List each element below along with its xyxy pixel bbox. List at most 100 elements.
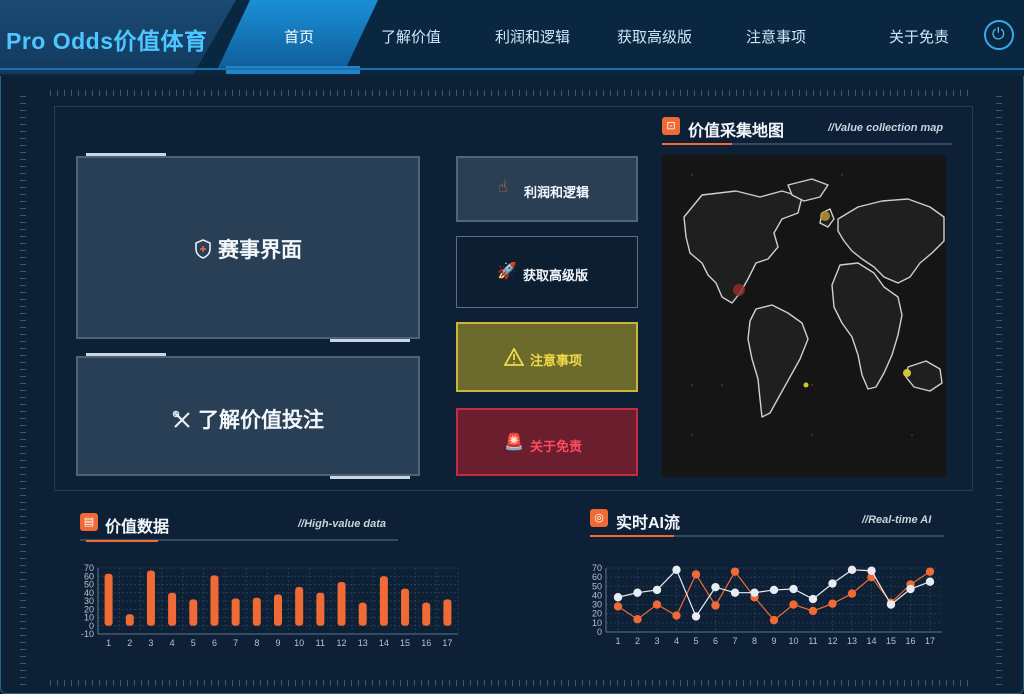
bar xyxy=(379,576,388,626)
value-bar-chart: -100102030405060701 2 3 4 5 6 7 8 9 10 11 12 13 14 15 1… xyxy=(81,563,459,648)
bar-x-tick: 13 xyxy=(358,638,368,648)
line-x-tick: 9 xyxy=(771,636,776,646)
line-point xyxy=(633,588,642,597)
map-marker[interactable] xyxy=(733,284,745,296)
line-y-tick: 40 xyxy=(592,590,602,600)
line-point xyxy=(730,567,740,576)
bar-x-tick: 4 xyxy=(170,638,175,648)
line-point xyxy=(672,565,681,575)
bar xyxy=(316,592,325,626)
match-panel-label: 赛事界面 xyxy=(78,234,418,264)
bar xyxy=(210,575,219,626)
rocket-icon: 🚀 xyxy=(497,263,517,280)
nav-notes[interactable]: 注意事项 xyxy=(746,26,806,47)
line-point xyxy=(847,565,857,575)
bar-x-tick: 1 xyxy=(106,638,111,648)
world-map-graphic xyxy=(683,174,945,436)
app-title: Pro Odds价值体育 xyxy=(6,28,208,54)
notes-label: 注意事项 xyxy=(530,353,583,368)
map-marker[interactable] xyxy=(903,369,911,377)
line-point xyxy=(672,611,681,620)
bar xyxy=(146,570,155,626)
value-data-icon: ▤ xyxy=(80,513,98,531)
line-x-tick: 6 xyxy=(713,636,718,646)
line-point xyxy=(808,606,818,616)
line-y-tick: 30 xyxy=(592,600,602,610)
line-point xyxy=(886,600,896,609)
line-y-tick: 70 xyxy=(592,563,602,573)
bottom-ruler xyxy=(50,680,972,686)
line-point xyxy=(828,579,837,588)
line-point xyxy=(847,589,857,598)
learn-panel-label: 了解价值投注 xyxy=(78,404,418,434)
header-divider xyxy=(0,68,1024,70)
match-panel[interactable]: 赛事界面 xyxy=(76,153,420,342)
nav-home[interactable]: 首页 xyxy=(284,26,314,47)
value-data-divider-accent xyxy=(86,540,158,542)
line-point xyxy=(730,588,740,597)
bar xyxy=(401,588,410,626)
line-point xyxy=(828,599,837,608)
line-point xyxy=(750,588,759,597)
bar xyxy=(295,586,304,626)
bar xyxy=(189,599,198,626)
top-navbar: Pro Odds价值体育 首页 了解价值 利润和逻辑 获取高级版 注意事项 关于… xyxy=(0,0,1024,76)
line-x-tick: 8 xyxy=(752,636,757,646)
bar-x-tick: 8 xyxy=(254,638,259,648)
disclaimer-button[interactable]: 🚨 关于免责 xyxy=(456,408,638,476)
nav-profit-logic[interactable]: 利润和逻辑 xyxy=(495,26,570,47)
line-point xyxy=(769,615,779,625)
premium-label: 获取高级版 xyxy=(523,268,589,283)
alarm-icon: 🚨 xyxy=(504,434,524,451)
line-y-tick: 60 xyxy=(592,572,602,582)
line-point xyxy=(711,601,720,610)
left-ruler xyxy=(20,96,26,686)
warning-icon xyxy=(504,348,524,366)
bar xyxy=(274,594,282,626)
ai-flow-subtitle: //Real-time AI xyxy=(862,514,932,526)
map-subtitle: //Value collection map xyxy=(828,122,944,134)
line-point xyxy=(652,585,662,595)
map-marker[interactable] xyxy=(803,382,809,388)
bar xyxy=(252,597,261,626)
world-map[interactable] xyxy=(662,155,946,477)
map-marker[interactable] xyxy=(820,211,830,221)
line-x-tick: 17 xyxy=(925,636,935,646)
nav-disclaimer[interactable]: 关于免责 xyxy=(889,26,949,47)
bar-x-tick: 15 xyxy=(400,638,410,648)
line-y-tick: 10 xyxy=(592,618,602,628)
line-point xyxy=(769,585,779,595)
bar-x-tick: 5 xyxy=(191,638,196,648)
line-point xyxy=(925,577,935,586)
bar-x-tick: 14 xyxy=(379,638,389,648)
line-x-tick: 4 xyxy=(674,636,679,646)
line-point xyxy=(789,584,798,594)
power-button[interactable]: ⏻ xyxy=(984,20,1014,50)
value-data-subtitle: //High-value data xyxy=(298,518,387,530)
bar-x-tick: 10 xyxy=(294,638,304,648)
line-y-tick: 0 xyxy=(597,627,602,637)
value-data-title: 价值数据 xyxy=(105,519,170,536)
notes-button[interactable]: 注意事项 xyxy=(456,322,638,392)
line-x-tick: 3 xyxy=(654,636,659,646)
match-panel-text: 赛事界面 xyxy=(218,239,302,262)
line-point xyxy=(652,600,662,609)
premium-button[interactable]: 🚀 获取高级版 xyxy=(456,236,638,308)
nav-premium[interactable]: 获取高级版 xyxy=(617,26,692,47)
bar xyxy=(125,614,134,626)
line-point xyxy=(613,602,623,611)
line-x-tick: 5 xyxy=(693,636,698,646)
panel-cap xyxy=(330,339,410,342)
line-x-tick: 12 xyxy=(827,636,837,646)
line-x-tick: 7 xyxy=(732,636,737,646)
nav-learn-value[interactable]: 了解价值 xyxy=(381,26,441,47)
bar-x-tick: 16 xyxy=(421,638,431,648)
bar xyxy=(168,592,177,626)
learn-panel[interactable]: 了解价值投注 xyxy=(76,353,420,479)
bar-x-tick: 7 xyxy=(233,638,238,648)
line-point xyxy=(691,612,701,621)
line-point xyxy=(711,583,720,592)
bar-x-tick: 6 xyxy=(212,638,217,648)
profit-logic-button[interactable]: ☝ 利润和逻辑 xyxy=(456,156,638,222)
top-ruler xyxy=(50,90,972,96)
